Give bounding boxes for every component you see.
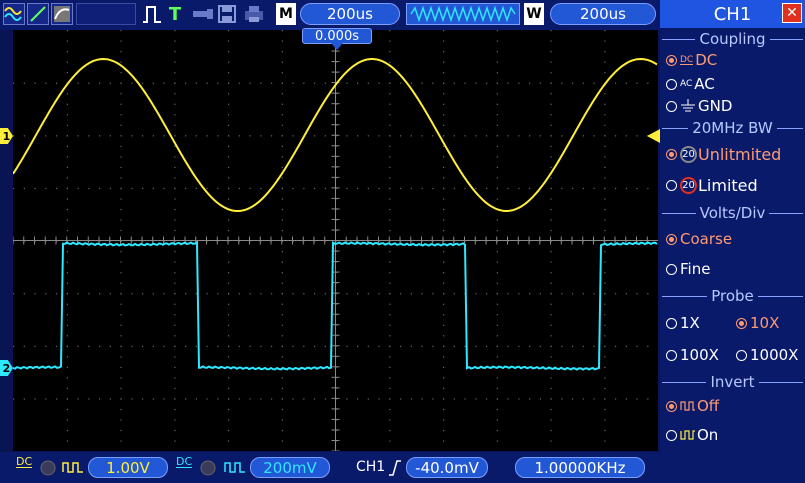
ch2-level-marker[interactable]: 2 — [0, 360, 13, 376]
ch2-coupling-dc-icon: DC — [176, 455, 193, 468]
invert-on-icon — [680, 430, 695, 440]
ch1-bw-limit-icon — [40, 460, 56, 476]
bw-section-label: 20MHz BW — [660, 119, 805, 137]
probe-100x-option[interactable]: 100X — [666, 346, 719, 364]
radio-icon — [666, 54, 677, 66]
ch1-coupling-dc-icon: DC — [16, 455, 33, 468]
window-waveform-icon — [406, 3, 520, 25]
radio-icon — [736, 349, 747, 361]
invert-off-icon — [680, 401, 695, 411]
radio-icon — [666, 400, 677, 412]
status-box — [76, 3, 136, 25]
timebase-value[interactable]: 200us — [300, 3, 400, 25]
bw-unlimited-option[interactable]: 20 Unlitmited — [666, 145, 781, 164]
trigger-position-arrow-icon — [331, 43, 343, 50]
coupling-ac-option[interactable]: AC AC — [666, 75, 715, 93]
coupling-dc-option[interactable]: DC DC — [666, 51, 717, 69]
vector-mode-icon[interactable] — [27, 3, 49, 25]
close-button[interactable]: ✕ — [782, 3, 802, 23]
main-timebase-label: M — [276, 3, 296, 25]
bw-limited-option[interactable]: 20 Limited — [666, 176, 758, 195]
probe-1000x-option[interactable]: 1000X — [736, 346, 798, 364]
ch1-invert-icon — [62, 462, 83, 473]
waveform-display[interactable] — [12, 29, 658, 453]
save-icon[interactable] — [216, 3, 238, 25]
usb-icon — [192, 3, 214, 25]
dc-coupling-icon: DC — [680, 54, 694, 65]
ch1-menu-panel: CH1 ✕ Coupling DC DC AC AC GND 20MHz BW 20… — [660, 0, 805, 483]
ch1-level-marker[interactable]: 1 — [0, 128, 13, 144]
invert-off-option[interactable]: Off — [666, 397, 719, 415]
invert-section-label: Invert — [660, 373, 805, 391]
frequency-readout: 1.00000KHz — [515, 457, 645, 478]
trigger-source: CH1 — [356, 459, 386, 475]
radio-icon — [666, 349, 677, 361]
bw-limit-20-icon: 20 — [680, 177, 697, 194]
probe-10x-option[interactable]: 10X — [736, 314, 779, 332]
run-pulse-icon[interactable] — [140, 3, 164, 25]
top-toolbar: T M 200us W 200us — [0, 0, 660, 30]
invert-on-option[interactable]: On — [666, 426, 718, 444]
waveform-graph — [12, 29, 658, 453]
probe-section-label: Probe — [660, 287, 805, 305]
radio-icon — [666, 100, 677, 112]
trigger-level[interactable]: -40.0mV — [406, 457, 488, 478]
ch2-invert-icon — [224, 462, 245, 473]
volts-coarse-option[interactable]: Coarse — [666, 230, 732, 248]
ac-coupling-icon: AC — [680, 79, 693, 89]
radio-icon — [666, 149, 677, 160]
ch1-volts-div[interactable]: 1.00V — [88, 457, 168, 478]
radio-icon — [666, 78, 677, 90]
radio-icon — [666, 263, 677, 275]
trigger-mode-label: T — [168, 3, 182, 25]
radio-icon — [666, 429, 677, 441]
volts-fine-option[interactable]: Fine — [666, 260, 710, 278]
window-timebase-value[interactable]: 200us — [550, 3, 656, 25]
radio-icon — [736, 317, 747, 329]
ch2-volts-div[interactable]: 200mV — [250, 457, 330, 478]
radio-icon — [666, 317, 677, 329]
bottom-status-bar: DC 1.00V DC 200mV CH1 -40.0mV 1.00000KHz — [0, 452, 660, 483]
window-timebase-label: W — [524, 3, 544, 25]
printer-icon[interactable] — [242, 3, 266, 25]
rising-edge-icon — [389, 460, 401, 476]
bw-20-icon: 20 — [680, 146, 697, 163]
graticule — [12, 29, 658, 453]
volts-section-label: Volts/Div — [660, 204, 805, 222]
coupling-gnd-option[interactable]: GND — [666, 97, 732, 115]
radio-icon — [666, 233, 677, 245]
trigger-level-marker-icon[interactable] — [647, 129, 660, 143]
ch2-bw-limit-icon — [200, 460, 216, 476]
persist-mode-icon[interactable] — [51, 3, 73, 25]
coupling-section-label: Coupling — [660, 30, 805, 48]
waveform-icon[interactable] — [3, 3, 25, 25]
probe-1x-option[interactable]: 1X — [666, 314, 700, 332]
ground-icon — [681, 99, 695, 112]
radio-icon — [666, 180, 677, 191]
trigger-position-readout[interactable]: 0.000s — [302, 28, 372, 44]
